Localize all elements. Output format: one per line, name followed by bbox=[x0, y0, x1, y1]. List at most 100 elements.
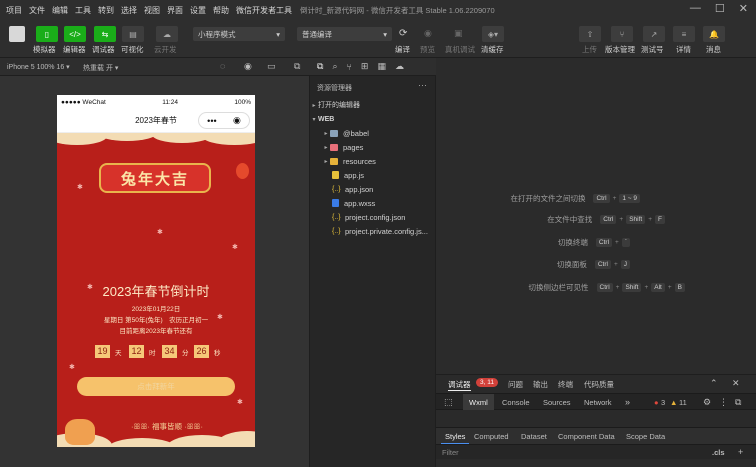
panel-wxml[interactable]: Wxml bbox=[463, 394, 494, 410]
clear-cache-button[interactable]: 清缓存 bbox=[481, 44, 504, 55]
test-account-button[interactable]: 测试号 bbox=[641, 44, 664, 55]
subtab-component-data[interactable]: Component Data bbox=[558, 432, 615, 441]
inspect-icon[interactable]: ⬚ bbox=[444, 397, 453, 408]
dock-icon[interactable]: ⧉ bbox=[735, 397, 741, 408]
more-panels-icon[interactable]: » bbox=[625, 397, 630, 407]
maximize-icon[interactable]: ☐ bbox=[715, 2, 725, 15]
panel-console[interactable]: Console bbox=[502, 398, 530, 407]
close-miniprogram-icon[interactable]: ◉ bbox=[233, 115, 241, 126]
extensions-icon[interactable]: ⊞ bbox=[361, 61, 369, 72]
debugger-toggle-button[interactable]: ⇆ bbox=[94, 26, 116, 42]
compile-button[interactable]: 编译 bbox=[395, 44, 410, 55]
kebab-menu-icon[interactable]: ⋮ bbox=[719, 397, 728, 408]
more-icon[interactable]: ··· bbox=[418, 80, 427, 90]
tree-item-app-wxss[interactable]: app.wxss bbox=[310, 196, 436, 210]
simulator-toggle-button[interactable]: ▯ bbox=[36, 26, 58, 42]
hours-unit: 时 bbox=[149, 350, 156, 357]
menu-settings[interactable]: 设置 bbox=[190, 5, 206, 16]
editor-toggle-button[interactable]: </> bbox=[64, 26, 86, 42]
tab-output[interactable]: 输出 bbox=[533, 379, 548, 390]
close-panel-icon[interactable]: ✕ bbox=[732, 378, 740, 389]
details-icon-button[interactable]: ≡ bbox=[673, 26, 695, 42]
visual-toggle-button[interactable]: ▤ bbox=[122, 26, 144, 42]
menu-goto[interactable]: 转到 bbox=[98, 5, 114, 16]
panel-network[interactable]: Network bbox=[584, 398, 612, 407]
preview-button[interactable]: 预览 bbox=[420, 44, 435, 55]
shortcut-key: 1 ~ 9 bbox=[619, 193, 640, 203]
menu-icon: ≡ bbox=[681, 29, 687, 39]
styles-filter-input[interactable]: Filter bbox=[442, 448, 682, 457]
subtab-styles[interactable]: Styles bbox=[441, 428, 470, 444]
chevron-up-icon[interactable]: ⌃ bbox=[710, 378, 718, 389]
refresh-icon[interactable]: ⟳ bbox=[399, 28, 407, 39]
menu-tools[interactable]: 工具 bbox=[75, 5, 91, 16]
shortcut-label: 在文件中查找 bbox=[547, 214, 593, 224]
subtab-computed[interactable]: Computed bbox=[474, 432, 509, 441]
hotreload-select[interactable]: 热重载 开 ▾ bbox=[83, 63, 118, 73]
tree-item-resources[interactable]: ▸ resources bbox=[310, 154, 436, 168]
workspace-label: WEB bbox=[318, 115, 335, 123]
clear-cache-dropdown[interactable]: ◈▾ bbox=[482, 26, 504, 42]
remote-debug-button[interactable]: 真机调试 bbox=[445, 44, 475, 55]
tab-terminal[interactable]: 终端 bbox=[558, 379, 573, 390]
menu-help[interactable]: 帮助 bbox=[213, 5, 229, 16]
shortcut-toggle-terminal: 切换终端 Ctrl + ` bbox=[558, 236, 630, 248]
device-select[interactable]: iPhone 5 100% 16 ▾ bbox=[7, 63, 70, 71]
record-icon[interactable]: ◉ bbox=[244, 61, 252, 72]
menu-select[interactable]: 选择 bbox=[121, 5, 137, 16]
version-icon-button[interactable]: ⑂ bbox=[611, 26, 633, 42]
open-editors-section[interactable]: ▸ 打开的编辑器 bbox=[310, 98, 436, 112]
error-count[interactable]: 3 bbox=[661, 398, 665, 407]
subtab-scope-data[interactable]: Scope Data bbox=[626, 432, 665, 441]
mode-select[interactable]: 小程序模式 ▾ bbox=[193, 27, 285, 41]
banner: 兔年大吉 bbox=[99, 163, 211, 193]
minimize-icon[interactable]: — bbox=[690, 2, 701, 15]
more-icon[interactable]: ••• bbox=[207, 116, 216, 126]
details-button[interactable]: 详情 bbox=[676, 44, 691, 55]
menu-project[interactable]: 项目 bbox=[6, 5, 22, 16]
upload-icon-button[interactable]: ⇧ bbox=[579, 26, 601, 42]
outline-icon[interactable]: ▦ bbox=[377, 61, 386, 72]
new-year-greeting-button[interactable]: 点击拜新年 bbox=[77, 377, 235, 396]
tree-item-pages[interactable]: ▸ pages bbox=[310, 140, 436, 154]
gear-icon[interactable]: ⚙ bbox=[703, 397, 711, 408]
cloud-icon[interactable]: ☁ bbox=[395, 61, 404, 72]
screen-icon[interactable]: ▭ bbox=[267, 61, 276, 72]
tree-item-project-config[interactable]: {..} project.config.json bbox=[310, 210, 436, 224]
tab-problems[interactable]: 问题 bbox=[508, 379, 523, 390]
avatar[interactable] bbox=[9, 26, 25, 42]
menu-view[interactable]: 视图 bbox=[144, 5, 160, 16]
add-style-button[interactable]: + bbox=[738, 447, 743, 457]
shortcut-key: Ctrl bbox=[593, 193, 610, 203]
popout-icon[interactable]: ⧉ bbox=[294, 61, 300, 72]
subtab-dataset[interactable]: Dataset bbox=[521, 432, 547, 441]
tab-debugger[interactable]: 调试器 bbox=[448, 379, 471, 391]
search-icon[interactable]: ⌕ bbox=[332, 61, 337, 72]
chevron-right-icon: ▸ bbox=[324, 130, 328, 137]
tree-item-babel[interactable]: ▸ @babel bbox=[310, 126, 436, 140]
tab-code-quality[interactable]: 代码质量 bbox=[584, 379, 614, 390]
version-button[interactable]: 版本管理 bbox=[605, 44, 635, 55]
upload-button[interactable]: 上传 bbox=[582, 44, 597, 55]
workspace-root[interactable]: ▾ WEB bbox=[310, 112, 436, 126]
compile-select[interactable]: 普通编译 ▾ bbox=[297, 27, 392, 41]
close-icon[interactable]: ✕ bbox=[739, 2, 748, 15]
files-icon[interactable]: ⧉ bbox=[317, 61, 323, 72]
cloud-button[interactable]: ☁ bbox=[156, 26, 178, 42]
panel-sources[interactable]: Sources bbox=[543, 398, 571, 407]
messages-button[interactable]: 消息 bbox=[706, 44, 721, 55]
warning-count[interactable]: 11 bbox=[679, 398, 687, 407]
tree-item-app-js[interactable]: app.js bbox=[310, 168, 436, 182]
menu-wechat-devtools[interactable]: 微信开发者工具 bbox=[236, 5, 292, 16]
messages-icon-button[interactable]: 🔔 bbox=[703, 26, 725, 42]
rotate-icon[interactable]: ◌ bbox=[220, 61, 225, 71]
git-icon[interactable]: ⑂ bbox=[346, 62, 351, 72]
menu-edit[interactable]: 编辑 bbox=[52, 5, 68, 16]
cls-toggle[interactable]: .cls bbox=[712, 448, 725, 457]
tree-item-app-json[interactable]: {..} app.json bbox=[310, 182, 436, 196]
tree-item-project-private-config[interactable]: {..} project.private.config.js... bbox=[310, 224, 436, 238]
explorer-title: 资源管理器 bbox=[317, 85, 352, 92]
menu-file[interactable]: 文件 bbox=[29, 5, 45, 16]
test-account-icon-button[interactable]: ↗ bbox=[643, 26, 665, 42]
menu-interface[interactable]: 界面 bbox=[167, 5, 183, 16]
